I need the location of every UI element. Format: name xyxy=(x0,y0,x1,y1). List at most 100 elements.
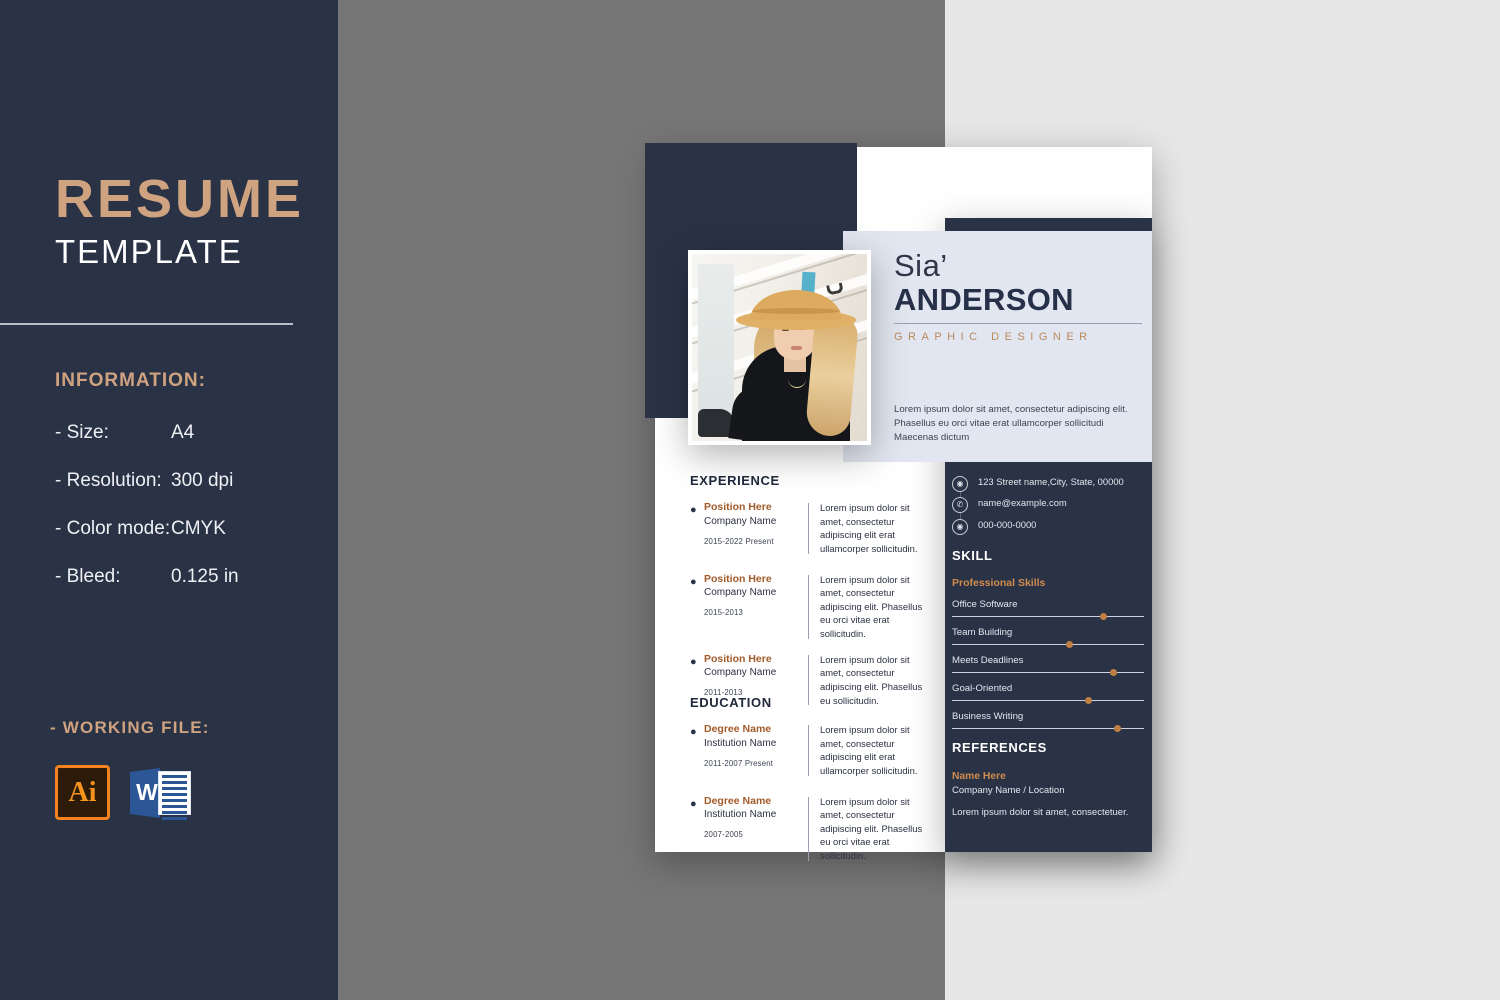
list-item: Office Software xyxy=(952,599,1144,620)
word-icon-label: W xyxy=(136,779,158,805)
skill-handle[interactable] xyxy=(1100,613,1108,620)
bullet-icon: ● xyxy=(690,726,697,738)
position-title: Position Here xyxy=(704,572,772,585)
word-icon-page xyxy=(158,771,191,820)
skill-title: SKILL xyxy=(952,548,993,563)
resume-mockup: Sia’ ANDERSON GRAPHIC DESIGNER Lorem ips… xyxy=(640,130,1160,863)
date-range: 2015-2013 xyxy=(704,608,744,618)
info-key: - Size: xyxy=(55,422,109,444)
position-title: Position Here xyxy=(704,652,772,665)
skill-bar xyxy=(952,669,1144,676)
contact-email: name@example.com xyxy=(978,497,1067,509)
illustrator-icon-label: Ai xyxy=(68,776,97,808)
phone-icon: ✆ xyxy=(952,497,968,514)
bullet-icon: ● xyxy=(690,797,697,810)
description: Lorem ipsum dolor sit amet, consectetur … xyxy=(820,573,923,640)
divider xyxy=(0,323,293,326)
list-item: - Bleed: 0.125 in xyxy=(55,566,283,588)
bio-text: Lorem ipsum dolor sit amet, consectetur … xyxy=(894,404,1128,443)
first-name: Sia’ xyxy=(894,248,948,283)
resume-header-text: Sia’ ANDERSON GRAPHIC DESIGNER Lorem ips… xyxy=(894,248,1142,445)
company-name: Company Name xyxy=(704,515,777,527)
reference-name: Name Here xyxy=(952,771,1006,782)
skill-bar xyxy=(952,641,1144,648)
list-item: ● Position Here Company Name 2015-2022 P… xyxy=(690,501,933,556)
information-list: - Size: A4 - Resolution: 300 dpi - Color… xyxy=(55,422,283,588)
list-item: ✆ name@example.com xyxy=(952,496,1144,514)
skill-section: SKILL Professional Skills Office Softwar… xyxy=(952,548,1144,732)
list-item: - Size: A4 xyxy=(55,422,283,444)
bullet-icon: ● xyxy=(690,575,697,588)
bullet-icon: ● xyxy=(690,504,697,516)
info-value: 300 dpi xyxy=(171,470,234,492)
skill-label: Business Writing xyxy=(952,711,1024,722)
header-rule xyxy=(894,323,1142,325)
job-title: GRAPHIC DESIGNER xyxy=(894,331,1093,344)
info-value: 0.125 in xyxy=(171,566,239,588)
skill-label: Meets Deadlines xyxy=(952,655,1024,666)
institution-name: Institution Name xyxy=(704,737,777,749)
references-section: REFERENCES Name Here Company Name / Loca… xyxy=(952,740,1144,820)
list-item: ● Degree Name Institution Name 2007-2005… xyxy=(690,795,933,863)
list-item: Goal-Oriented xyxy=(952,683,1144,704)
page-title-template: TEMPLATE xyxy=(55,233,243,270)
list-item: Meets Deadlines xyxy=(952,655,1144,676)
last-name: ANDERSON xyxy=(894,281,1074,317)
institution-name: Institution Name xyxy=(704,809,777,821)
info-key: - Bleed: xyxy=(55,566,121,588)
divider xyxy=(808,503,809,554)
experience-title: EXPERIENCE xyxy=(690,473,780,488)
experience-section: EXPERIENCE ● Position Here Company Name … xyxy=(690,473,933,707)
skill-bar xyxy=(952,697,1144,704)
location-pin-icon: ◉ xyxy=(952,476,968,492)
list-item: - Resolution: 300 dpi xyxy=(55,470,283,492)
info-key: - Resolution: xyxy=(55,470,162,492)
skill-bar xyxy=(952,613,1144,620)
company-name: Company Name xyxy=(704,587,777,599)
working-file-icons: Ai W xyxy=(55,765,192,820)
skill-bar xyxy=(952,725,1144,732)
education-section: EDUCATION ● Degree Name Institution Name… xyxy=(690,695,933,863)
description: Lorem ipsum dolor sit amet, consectetur … xyxy=(820,502,918,554)
list-item: Business Writing xyxy=(952,711,1144,732)
references-title: REFERENCES xyxy=(952,740,1047,755)
skill-handle[interactable] xyxy=(1065,641,1073,648)
reference-org: Company Name / Location xyxy=(952,785,1065,796)
avatar xyxy=(688,250,871,445)
date-range: 2011-2007 Present xyxy=(704,758,774,768)
page-title-resume: RESUME xyxy=(55,169,305,229)
company-name: Company Name xyxy=(704,667,777,679)
list-item: ● Degree Name Institution Name 2011-2007… xyxy=(690,723,933,778)
degree-name: Degree Name xyxy=(704,723,772,735)
education-title: EDUCATION xyxy=(690,695,772,710)
list-item: Team Building xyxy=(952,627,1144,648)
contact-address: 123 Street name,City, State, 00000 xyxy=(978,476,1124,487)
skill-handle[interactable] xyxy=(1109,669,1117,676)
position-title: Position Here xyxy=(704,501,772,513)
information-heading: INFORMATION: xyxy=(55,370,206,392)
divider xyxy=(808,574,809,639)
info-key: - Color mode: xyxy=(55,518,171,540)
info-panel: RESUME TEMPLATE INFORMATION: - Size: A4 … xyxy=(0,0,338,1000)
list-item: ◉ 000-000-0000 xyxy=(952,518,1144,535)
list-item: ◉ 123 Street name,City, State, 00000 xyxy=(952,475,1144,492)
skill-handle[interactable] xyxy=(1084,697,1092,704)
divider xyxy=(808,725,809,776)
degree-name: Degree Name xyxy=(704,794,772,807)
description: Lorem ipsum dolor sit amet, consectetur … xyxy=(820,724,918,776)
illustrator-icon: Ai xyxy=(55,765,110,820)
skill-subtitle: Professional Skills xyxy=(952,577,1046,589)
skill-handle[interactable] xyxy=(1113,725,1121,732)
working-file-label: - WORKING FILE: xyxy=(50,718,210,737)
divider xyxy=(808,796,809,861)
list-item: ● Position Here Company Name 2015-2013 L… xyxy=(690,573,933,641)
word-icon: W xyxy=(130,765,192,820)
description: Lorem ipsum dolor sit amet, consectetur … xyxy=(820,795,923,862)
date-range: 2015-2022 Present xyxy=(704,536,774,546)
info-value: A4 xyxy=(171,422,195,444)
skill-label: Team Building xyxy=(952,627,1013,638)
list-item: - Color mode: CMYK xyxy=(55,518,283,540)
info-value: CMYK xyxy=(171,518,226,540)
contact-phone: 000-000-0000 xyxy=(978,518,1037,530)
skill-label: Goal-Oriented xyxy=(952,683,1013,694)
